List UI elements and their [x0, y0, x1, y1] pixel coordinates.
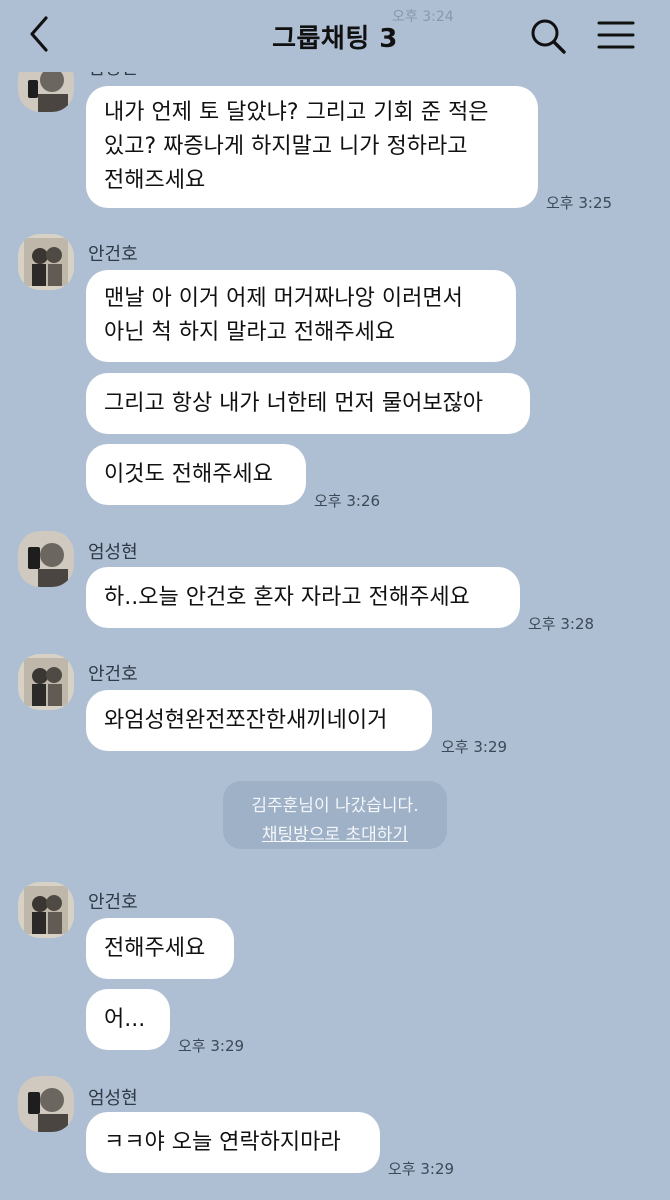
sender-name: 안건호: [88, 892, 138, 913]
message-time: 오후 3:26: [314, 492, 381, 510]
profile-photo-icon: [18, 654, 74, 710]
system-notice: 김주훈님이 나갔습니다. 채팅방으로 초대하기: [223, 781, 447, 849]
menu-button[interactable]: [596, 16, 636, 56]
message-time: 오후 3:29: [388, 1160, 455, 1178]
profile-photo-icon: [18, 234, 74, 290]
avatar-sender[interactable]: [18, 654, 74, 710]
chat-title: 그룹채팅 3: [272, 24, 398, 54]
search-button[interactable]: [528, 16, 568, 56]
chat-header: 그룹채팅 3: [0, 0, 670, 72]
message-bubble[interactable]: 그리고 항상 내가 너한테 먼저 물어보잖아: [86, 373, 530, 434]
avatar-sender[interactable]: [18, 882, 74, 938]
sender-name: 안건호: [88, 664, 138, 685]
message-time: 오후 3:29: [178, 1037, 245, 1055]
avatar-sender[interactable]: [18, 1076, 74, 1132]
message-bubble[interactable]: 어...: [86, 989, 170, 1050]
previous-message-time: 오후 3:24: [392, 9, 454, 25]
message-time: 오후 3:29: [441, 738, 508, 756]
message-bubble[interactable]: ㅋㅋ야 오늘 연락하지마라: [86, 1112, 380, 1173]
message-time: 오후 3:25: [546, 194, 613, 212]
profile-photo-icon: [18, 1076, 74, 1132]
search-icon: [531, 19, 566, 54]
sender-name: 엄성현: [88, 542, 138, 563]
message-bubble[interactable]: 전해주세요: [86, 918, 234, 979]
avatar-sender[interactable]: [18, 531, 74, 587]
message-bubble[interactable]: 내가 언제 토 달았냐? 그리고 기회 준 적은 있고? 짜증나게 하지말고 니…: [86, 86, 538, 208]
sender-name: 안건호: [88, 244, 138, 265]
invite-to-chat-link[interactable]: 채팅방으로 초대하기: [223, 820, 447, 845]
profile-photo-icon: [18, 531, 74, 587]
message-bubble[interactable]: 이것도 전해주세요: [86, 444, 306, 505]
message-bubble[interactable]: 하..오늘 안건호 혼자 자라고 전해주세요: [86, 567, 520, 628]
sender-name: 엄성현: [88, 1088, 138, 1109]
message-bubble[interactable]: 와엄성현완전쪼잔한새끼네이거: [86, 690, 432, 751]
message-bubble[interactable]: 맨날 아 이거 어제 머거짜나앙 이러면서 아닌 척 하지 말라고 전해주세요: [86, 270, 516, 362]
message-time: 오후 3:28: [528, 615, 595, 633]
avatar-sender[interactable]: [18, 234, 74, 290]
profile-photo-icon: [18, 882, 74, 938]
hamburger-menu-icon: [597, 21, 635, 49]
system-notice-text: 김주훈님이 나갔습니다.: [251, 796, 419, 816]
